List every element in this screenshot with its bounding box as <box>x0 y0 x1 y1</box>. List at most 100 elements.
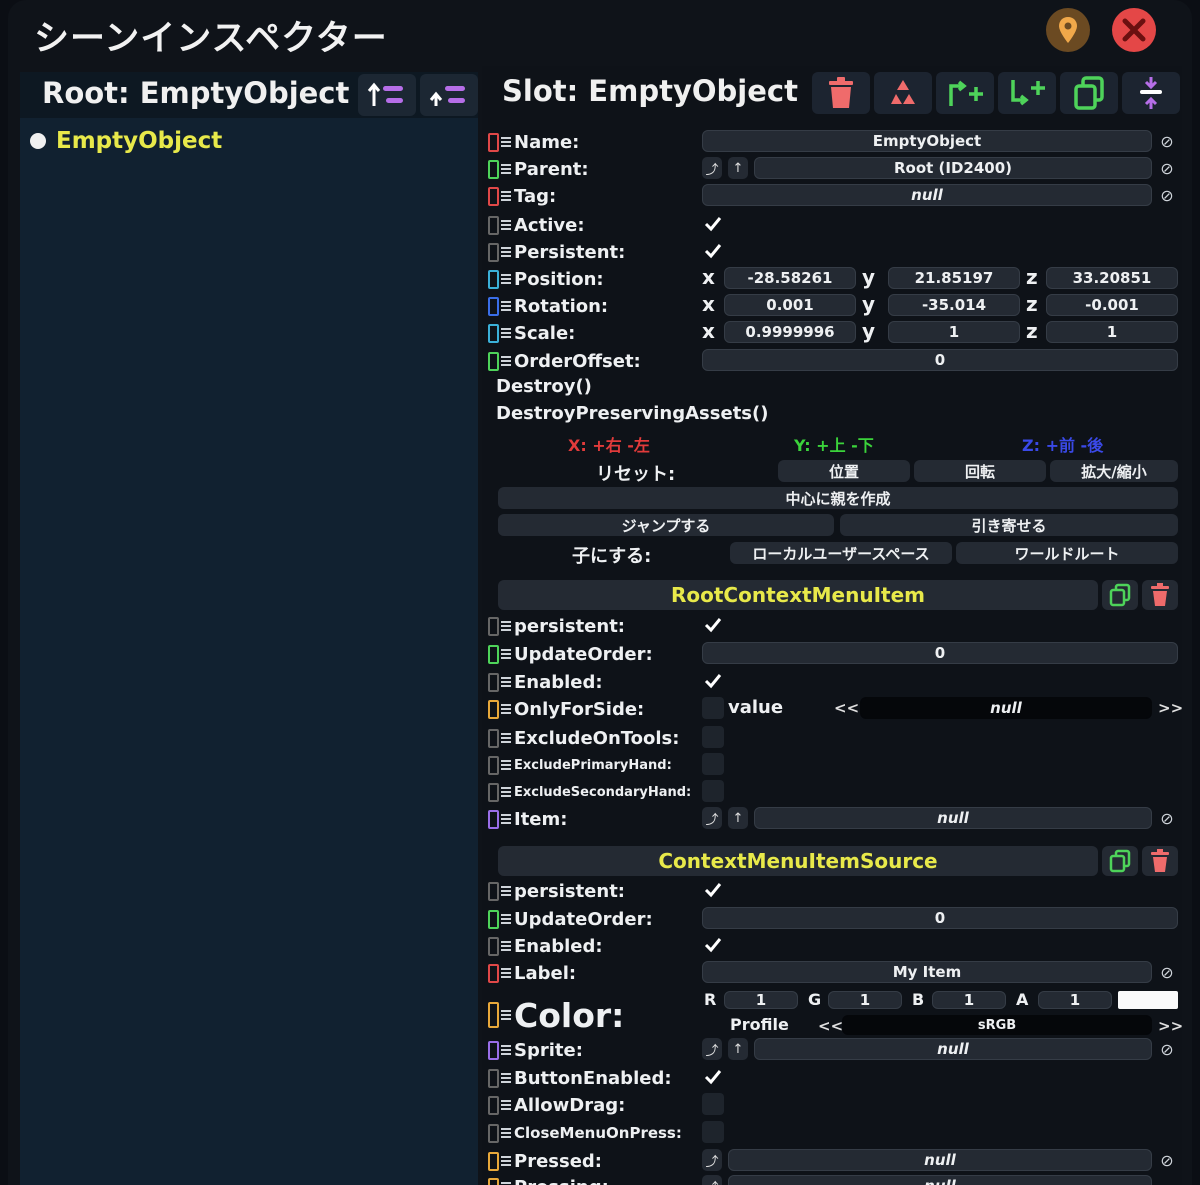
profile-field[interactable]: sRGB <box>842 1015 1152 1035</box>
c2-update-order-field[interactable]: 0 <box>702 907 1178 929</box>
c2-persistent-checkbox[interactable] <box>702 879 724 901</box>
c2-label-field[interactable]: My Item <box>702 961 1152 983</box>
drag-handle-icon[interactable] <box>501 354 511 368</box>
ref-arrow-icon[interactable]: ↑ <box>728 807 748 829</box>
rotation-x-field[interactable]: 0.001 <box>724 294 856 316</box>
c1-enabled-checkbox[interactable] <box>702 670 724 692</box>
c1-exclude-on-tools-checkbox[interactable] <box>702 726 724 748</box>
c1-only-for-side-checkbox[interactable] <box>702 697 724 719</box>
c1-only-for-side-field[interactable]: null <box>860 697 1152 719</box>
drag-handle-icon[interactable] <box>501 245 511 259</box>
next-arrow[interactable]: >> <box>1158 1017 1183 1035</box>
null-icon[interactable]: ⊘ <box>1156 157 1178 179</box>
component-remove-button[interactable] <box>1142 846 1178 876</box>
local-user-space-button[interactable]: ローカルユーザースペース <box>730 542 952 564</box>
color-b-field[interactable]: 1 <box>932 991 1006 1009</box>
c2-button-enabled-checkbox[interactable] <box>702 1066 724 1088</box>
component-header[interactable]: RootContextMenuItem <box>498 580 1098 610</box>
tree-item-emptyobject[interactable]: EmptyObject <box>30 128 222 154</box>
pin-button[interactable] <box>1046 8 1090 52</box>
rotation-z-field[interactable]: -0.001 <box>1046 294 1178 316</box>
active-checkbox[interactable] <box>702 213 724 235</box>
center-children-button[interactable] <box>1122 72 1180 114</box>
drag-handle-icon[interactable] <box>501 1008 511 1022</box>
ref-up-icon[interactable]: ⤴ <box>702 157 722 179</box>
color-r-field[interactable]: 1 <box>724 991 798 1009</box>
c1-exclude-secondary-checkbox[interactable] <box>702 780 724 802</box>
position-x-field[interactable]: -28.58261 <box>724 267 856 289</box>
null-icon[interactable]: ⊘ <box>1156 807 1178 829</box>
drag-handle-icon[interactable] <box>501 702 511 716</box>
ref-up-icon[interactable]: ⤴ <box>702 1038 722 1060</box>
drag-handle-icon[interactable] <box>501 731 511 745</box>
scale-x-field[interactable]: 0.9999996 <box>724 321 856 343</box>
drag-handle-icon[interactable] <box>501 884 511 898</box>
c1-item-field[interactable]: null <box>754 807 1152 829</box>
color-g-field[interactable]: 1 <box>828 991 902 1009</box>
drag-handle-icon[interactable] <box>501 912 511 926</box>
prev-arrow[interactable]: << <box>834 699 859 717</box>
drag-handle-icon[interactable] <box>501 812 511 826</box>
tag-field[interactable]: null <box>702 184 1152 206</box>
drag-handle-icon[interactable] <box>501 785 511 799</box>
drag-handle-icon[interactable] <box>501 939 511 953</box>
c1-exclude-primary-checkbox[interactable] <box>702 753 724 775</box>
component-duplicate-button[interactable] <box>1102 846 1138 876</box>
drag-handle-icon[interactable] <box>501 1154 511 1168</box>
close-button[interactable] <box>1112 8 1156 52</box>
jump-button[interactable]: ジャンプする <box>498 514 834 536</box>
c2-close-menu-checkbox[interactable] <box>702 1121 724 1143</box>
component-duplicate-button[interactable] <box>1102 580 1138 610</box>
position-y-field[interactable]: 21.85197 <box>888 267 1020 289</box>
world-root-button[interactable]: ワールドルート <box>956 542 1178 564</box>
drag-handle-icon[interactable] <box>501 1180 511 1185</box>
color-a-field[interactable]: 1 <box>1038 991 1112 1009</box>
persistent-checkbox[interactable] <box>702 240 724 262</box>
drag-handle-icon[interactable] <box>501 326 511 340</box>
rotation-y-field[interactable]: -35.014 <box>888 294 1020 316</box>
next-arrow[interactable]: >> <box>1158 699 1183 717</box>
destroy-preserving-action[interactable]: DestroyPreservingAssets() <box>496 403 768 424</box>
c1-update-order-field[interactable]: 0 <box>702 642 1178 664</box>
reset-scale-button[interactable]: 拡大/縮小 <box>1050 460 1178 482</box>
destroy-button[interactable] <box>812 72 870 114</box>
add-child-button[interactable] <box>998 72 1056 114</box>
drag-handle-icon[interactable] <box>501 135 511 149</box>
drag-handle-icon[interactable] <box>501 272 511 286</box>
scale-y-field[interactable]: 1 <box>888 321 1020 343</box>
c2-sprite-field[interactable]: null <box>754 1038 1152 1060</box>
destroy-preserving-button[interactable] <box>874 72 932 114</box>
component-header[interactable]: ContextMenuItemSource <box>498 846 1098 876</box>
insert-parent-button[interactable] <box>936 72 994 114</box>
reset-rotation-button[interactable]: 回転 <box>914 460 1046 482</box>
drag-handle-icon[interactable] <box>501 1071 511 1085</box>
drag-handle-icon[interactable] <box>501 966 511 980</box>
c2-pressed-field[interactable]: null <box>728 1149 1152 1171</box>
null-icon[interactable]: ⊘ <box>1156 1038 1178 1060</box>
order-offset-field[interactable]: 0 <box>702 349 1178 371</box>
component-remove-button[interactable] <box>1142 580 1178 610</box>
ref-up-icon[interactable]: ⤴ <box>702 1175 722 1185</box>
drag-handle-icon[interactable] <box>501 218 511 232</box>
ref-arrow-icon[interactable]: ↑ <box>728 1038 748 1060</box>
root-up-button[interactable] <box>358 74 416 116</box>
reset-position-button[interactable]: 位置 <box>778 460 910 482</box>
drag-handle-icon[interactable] <box>501 647 511 661</box>
destroy-action[interactable]: Destroy() <box>496 376 592 397</box>
bring-button[interactable]: 引き寄せる <box>840 514 1178 536</box>
position-z-field[interactable]: 33.20851 <box>1046 267 1178 289</box>
c2-allow-drag-checkbox[interactable] <box>702 1093 724 1115</box>
c2-enabled-checkbox[interactable] <box>702 934 724 956</box>
root-down-button[interactable] <box>420 74 478 116</box>
duplicate-button[interactable] <box>1060 72 1118 114</box>
null-icon[interactable]: ⊘ <box>1156 1149 1178 1171</box>
drag-handle-icon[interactable] <box>501 675 511 689</box>
drag-handle-icon[interactable] <box>501 299 511 313</box>
scale-z-field[interactable]: 1 <box>1046 321 1178 343</box>
drag-handle-icon[interactable] <box>501 619 511 633</box>
parent-field[interactable]: Root (ID2400) <box>754 157 1152 179</box>
c2-pressing-field[interactable]: null <box>728 1175 1152 1185</box>
drag-handle-icon[interactable] <box>501 1043 511 1057</box>
title-bar[interactable]: シーンインスペクター <box>8 0 1192 66</box>
name-field[interactable]: EmptyObject <box>702 130 1152 152</box>
